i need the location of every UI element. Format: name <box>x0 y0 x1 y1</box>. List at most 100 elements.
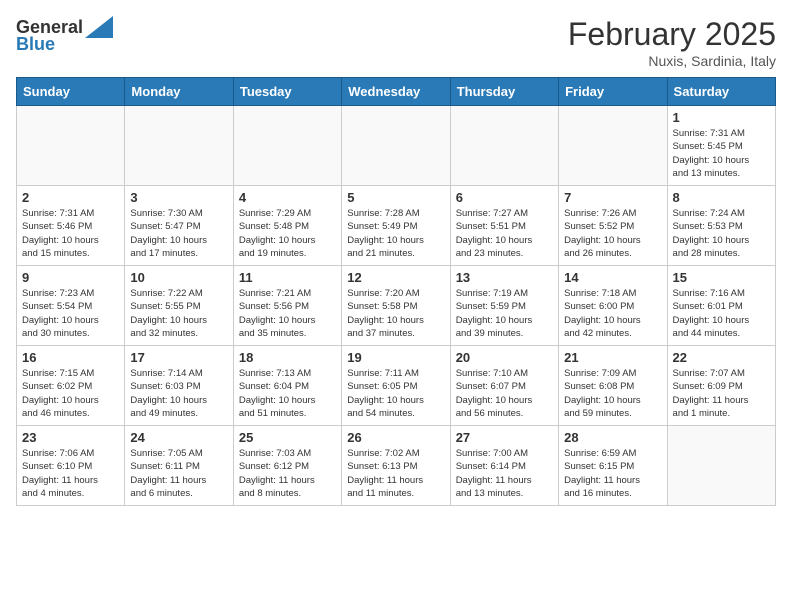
calendar-table: SundayMondayTuesdayWednesdayThursdayFrid… <box>16 77 776 506</box>
day-info: Sunrise: 7:00 AM Sunset: 6:14 PM Dayligh… <box>456 447 553 500</box>
day-number: 20 <box>456 350 553 365</box>
calendar-cell: 5 Sunrise: 7:28 AM Sunset: 5:49 PM Daylig… <box>342 186 450 266</box>
day-number: 27 <box>456 430 553 445</box>
calendar-cell: 9 Sunrise: 7:23 AM Sunset: 5:54 PM Daylig… <box>17 266 125 346</box>
calendar-cell: 1Sunrise: 7:31 AM Sunset: 5:45 PM Daylig… <box>667 106 775 186</box>
day-info: Sunrise: 7:30 AM Sunset: 5:47 PM Dayligh… <box>130 207 227 260</box>
weekday-header: Sunday <box>17 78 125 106</box>
calendar-cell: 26 Sunrise: 7:02 AM Sunset: 6:13 PM Dayli… <box>342 426 450 506</box>
calendar-cell: 10 Sunrise: 7:22 AM Sunset: 5:55 PM Dayli… <box>125 266 233 346</box>
title-block: February 2025 Nuxis, Sardinia, Italy <box>568 16 776 69</box>
day-number: 28 <box>564 430 661 445</box>
calendar-week-row: 2 Sunrise: 7:31 AM Sunset: 5:46 PM Daylig… <box>17 186 776 266</box>
calendar-cell: 22 Sunrise: 7:07 AM Sunset: 6:09 PM Dayli… <box>667 346 775 426</box>
calendar-week-row: 23 Sunrise: 7:06 AM Sunset: 6:10 PM Dayli… <box>17 426 776 506</box>
location-title: Nuxis, Sardinia, Italy <box>568 53 776 69</box>
day-number: 19 <box>347 350 444 365</box>
weekday-header-row: SundayMondayTuesdayWednesdayThursdayFrid… <box>17 78 776 106</box>
day-info: Sunrise: 7:24 AM Sunset: 5:53 PM Dayligh… <box>673 207 770 260</box>
day-number: 14 <box>564 270 661 285</box>
day-info: Sunrise: 7:18 AM Sunset: 6:00 PM Dayligh… <box>564 287 661 340</box>
calendar-week-row: 1Sunrise: 7:31 AM Sunset: 5:45 PM Daylig… <box>17 106 776 186</box>
day-info: Sunrise: 7:09 AM Sunset: 6:08 PM Dayligh… <box>564 367 661 420</box>
weekday-header: Thursday <box>450 78 558 106</box>
calendar-cell <box>667 426 775 506</box>
weekday-header: Tuesday <box>233 78 341 106</box>
day-info: Sunrise: 7:31 AM Sunset: 5:45 PM Dayligh… <box>673 127 770 180</box>
day-number: 3 <box>130 190 227 205</box>
calendar-cell <box>125 106 233 186</box>
calendar-cell: 18 Sunrise: 7:13 AM Sunset: 6:04 PM Dayli… <box>233 346 341 426</box>
calendar-cell <box>17 106 125 186</box>
calendar-cell: 6 Sunrise: 7:27 AM Sunset: 5:51 PM Daylig… <box>450 186 558 266</box>
day-number: 7 <box>564 190 661 205</box>
calendar-cell: 24Sunrise: 7:05 AM Sunset: 6:11 PM Dayli… <box>125 426 233 506</box>
day-info: Sunrise: 7:20 AM Sunset: 5:58 PM Dayligh… <box>347 287 444 340</box>
day-info: Sunrise: 7:19 AM Sunset: 5:59 PM Dayligh… <box>456 287 553 340</box>
page-header: General Blue February 2025 Nuxis, Sardin… <box>16 16 776 69</box>
day-info: Sunrise: 7:23 AM Sunset: 5:54 PM Dayligh… <box>22 287 119 340</box>
logo-blue: Blue <box>16 34 55 55</box>
day-info: Sunrise: 7:15 AM Sunset: 6:02 PM Dayligh… <box>22 367 119 420</box>
calendar-cell: 25Sunrise: 7:03 AM Sunset: 6:12 PM Dayli… <box>233 426 341 506</box>
day-number: 15 <box>673 270 770 285</box>
calendar-cell: 19 Sunrise: 7:11 AM Sunset: 6:05 PM Dayli… <box>342 346 450 426</box>
day-info: Sunrise: 7:02 AM Sunset: 6:13 PM Dayligh… <box>347 447 444 500</box>
day-info: Sunrise: 7:28 AM Sunset: 5:49 PM Dayligh… <box>347 207 444 260</box>
day-info: Sunrise: 7:22 AM Sunset: 5:55 PM Dayligh… <box>130 287 227 340</box>
day-info: Sunrise: 7:06 AM Sunset: 6:10 PM Dayligh… <box>22 447 119 500</box>
day-info: Sunrise: 7:10 AM Sunset: 6:07 PM Dayligh… <box>456 367 553 420</box>
day-number: 23 <box>22 430 119 445</box>
day-info: Sunrise: 7:14 AM Sunset: 6:03 PM Dayligh… <box>130 367 227 420</box>
calendar-cell: 27 Sunrise: 7:00 AM Sunset: 6:14 PM Dayli… <box>450 426 558 506</box>
day-info: Sunrise: 7:21 AM Sunset: 5:56 PM Dayligh… <box>239 287 336 340</box>
calendar-cell <box>233 106 341 186</box>
day-info: Sunrise: 6:59 AM Sunset: 6:15 PM Dayligh… <box>564 447 661 500</box>
calendar-cell: 11 Sunrise: 7:21 AM Sunset: 5:56 PM Dayli… <box>233 266 341 346</box>
day-info: Sunrise: 7:05 AM Sunset: 6:11 PM Dayligh… <box>130 447 227 500</box>
calendar-cell: 2 Sunrise: 7:31 AM Sunset: 5:46 PM Daylig… <box>17 186 125 266</box>
day-number: 16 <box>22 350 119 365</box>
calendar-cell: 17 Sunrise: 7:14 AM Sunset: 6:03 PM Dayli… <box>125 346 233 426</box>
weekday-header: Saturday <box>667 78 775 106</box>
calendar-cell: 16 Sunrise: 7:15 AM Sunset: 6:02 PM Dayli… <box>17 346 125 426</box>
day-number: 2 <box>22 190 119 205</box>
day-info: Sunrise: 7:13 AM Sunset: 6:04 PM Dayligh… <box>239 367 336 420</box>
day-number: 8 <box>673 190 770 205</box>
day-info: Sunrise: 7:26 AM Sunset: 5:52 PM Dayligh… <box>564 207 661 260</box>
day-info: Sunrise: 7:11 AM Sunset: 6:05 PM Dayligh… <box>347 367 444 420</box>
calendar-cell: 14 Sunrise: 7:18 AM Sunset: 6:00 PM Dayli… <box>559 266 667 346</box>
day-number: 12 <box>347 270 444 285</box>
day-number: 6 <box>456 190 553 205</box>
calendar-cell <box>559 106 667 186</box>
logo: General Blue <box>16 16 113 55</box>
day-info: Sunrise: 7:31 AM Sunset: 5:46 PM Dayligh… <box>22 207 119 260</box>
calendar-cell: 3 Sunrise: 7:30 AM Sunset: 5:47 PM Daylig… <box>125 186 233 266</box>
day-number: 26 <box>347 430 444 445</box>
day-number: 5 <box>347 190 444 205</box>
day-number: 17 <box>130 350 227 365</box>
day-number: 4 <box>239 190 336 205</box>
day-info: Sunrise: 7:16 AM Sunset: 6:01 PM Dayligh… <box>673 287 770 340</box>
calendar-cell: 12 Sunrise: 7:20 AM Sunset: 5:58 PM Dayli… <box>342 266 450 346</box>
calendar-cell: 21Sunrise: 7:09 AM Sunset: 6:08 PM Dayli… <box>559 346 667 426</box>
weekday-header: Monday <box>125 78 233 106</box>
calendar-cell <box>450 106 558 186</box>
day-number: 13 <box>456 270 553 285</box>
day-number: 11 <box>239 270 336 285</box>
weekday-header: Wednesday <box>342 78 450 106</box>
day-info: Sunrise: 7:27 AM Sunset: 5:51 PM Dayligh… <box>456 207 553 260</box>
day-number: 25 <box>239 430 336 445</box>
day-number: 18 <box>239 350 336 365</box>
calendar-week-row: 9 Sunrise: 7:23 AM Sunset: 5:54 PM Daylig… <box>17 266 776 346</box>
calendar-cell: 28 Sunrise: 6:59 AM Sunset: 6:15 PM Dayli… <box>559 426 667 506</box>
calendar-cell: 8 Sunrise: 7:24 AM Sunset: 5:53 PM Daylig… <box>667 186 775 266</box>
calendar-cell <box>342 106 450 186</box>
calendar-cell: 13 Sunrise: 7:19 AM Sunset: 5:59 PM Dayli… <box>450 266 558 346</box>
calendar-cell: 20 Sunrise: 7:10 AM Sunset: 6:07 PM Dayli… <box>450 346 558 426</box>
day-info: Sunrise: 7:07 AM Sunset: 6:09 PM Dayligh… <box>673 367 770 420</box>
day-number: 9 <box>22 270 119 285</box>
day-number: 10 <box>130 270 227 285</box>
calendar-cell: 7 Sunrise: 7:26 AM Sunset: 5:52 PM Daylig… <box>559 186 667 266</box>
day-number: 22 <box>673 350 770 365</box>
